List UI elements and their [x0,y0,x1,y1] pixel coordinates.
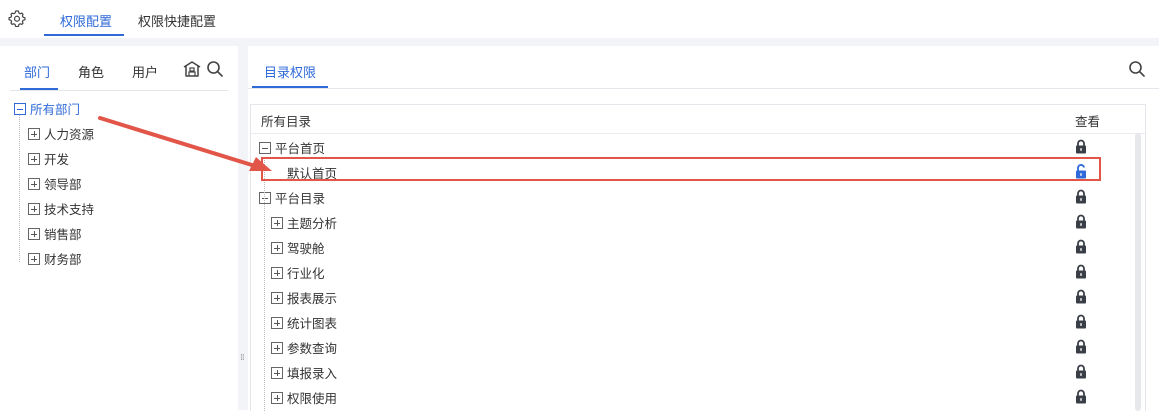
tree-item[interactable]: 销售部 [28,226,82,244]
tree-root-label: 所有部门 [30,102,81,117]
tab-department[interactable]: 部门 [24,62,50,81]
lock-icon[interactable] [1075,264,1087,283]
tab-user[interactable]: 用户 [132,62,158,81]
directory-label: 报表展示 [287,291,338,306]
table-row[interactable]: 权限使用 [251,384,1131,409]
table-row[interactable]: 驾驶舱 [251,234,1131,259]
lock-icon[interactable] [1075,389,1087,408]
expand-icon[interactable] [28,178,40,190]
expand-icon[interactable] [271,367,283,379]
lock-icon[interactable] [1075,139,1087,158]
table-row[interactable]: 平台首页 [251,134,1131,159]
lock-icon[interactable] [1075,239,1087,258]
tree-item-label: 销售部 [44,227,82,242]
building-icon[interactable] [182,60,202,78]
directory-label: 参数查询 [287,341,338,356]
tree-item-label: 领导部 [44,177,82,192]
tree-item[interactable]: 财务部 [28,251,82,269]
expand-icon[interactable] [28,153,40,165]
tree-item[interactable]: 领导部 [28,176,82,194]
tab-role[interactable]: 角色 [78,62,104,81]
gear-icon[interactable] [8,9,26,27]
tab-permission-config[interactable]: 权限配置 [60,11,112,30]
table-row[interactable]: 主题分析 [251,209,1131,234]
top-bar: 权限配置 权限快捷配置 [0,0,1159,38]
tree-item-label: 技术支持 [44,202,95,217]
right-tabs-separator [248,88,1159,89]
lock-icon[interactable] [1075,189,1087,208]
active-left-tab-indicator [20,88,58,90]
directory-label: 填报录入 [287,366,338,381]
directory-label: 主题分析 [287,216,338,231]
tab-directory-permission[interactable]: 目录权限 [264,62,316,81]
table-row[interactable]: 行业化 [251,259,1131,284]
header-gap [0,38,1159,46]
active-tab-indicator [44,34,124,36]
tree-item[interactable]: 人力资源 [28,126,94,144]
table-header: 所有目录 查看 [251,105,1145,134]
expand-icon[interactable] [271,342,283,354]
expand-icon[interactable] [271,267,283,279]
expand-icon[interactable] [271,317,283,329]
tree-item-label: 财务部 [44,252,82,267]
tree-item-label: 人力资源 [44,127,95,142]
lock-icon[interactable] [1075,364,1087,383]
resize-grip-icon[interactable]: ⁞⁞ [240,354,245,363]
tree-root-all-departments[interactable]: 所有部门 [14,101,80,119]
directory-label: 驾驶舱 [287,241,325,256]
collapse-icon[interactable] [259,192,271,204]
tree-item-label: 开发 [44,152,70,167]
table-row[interactable]: 统计图表 [251,309,1131,334]
expand-icon[interactable] [28,228,40,240]
directory-label: 权限使用 [287,391,338,406]
left-tabs-separator [10,90,228,91]
tree-item[interactable]: 开发 [28,151,69,169]
expand-icon[interactable] [271,292,283,304]
vertical-scrollbar[interactable] [1135,133,1141,411]
table-row[interactable]: 填报录入 [251,359,1131,384]
collapse-icon[interactable] [259,142,271,154]
directory-label: 平台目录 [275,191,326,206]
expand-icon[interactable] [28,253,40,265]
expand-icon[interactable] [28,128,40,140]
directory-label: 平台首页 [275,141,326,156]
permission-table: 所有目录 查看 平台首页 默认首页 平台目录 主题分析 驾驶舱 行业化 报表展示 统计图表 参数… [250,104,1146,411]
lock-icon[interactable] [1075,339,1087,358]
expand-icon[interactable] [271,242,283,254]
lock-icon[interactable] [1075,314,1087,333]
lock-icon[interactable] [1075,214,1087,233]
expand-icon[interactable] [28,203,40,215]
expand-icon[interactable] [271,392,283,404]
right-panel: 目录权限 所有目录 查看 平台首页 默认首页 平台目录 主题分析 驾驶舱 行业化 报表展示统… [248,46,1159,411]
expand-icon[interactable] [271,217,283,229]
table-row[interactable]: 参数查询 [251,334,1131,359]
search-icon[interactable] [206,60,224,78]
annotation-highlight-box [261,157,1101,181]
tree-guide-line [264,157,265,411]
tree-item[interactable]: 技术支持 [28,201,94,219]
directory-label: 统计图表 [287,316,338,331]
table-row[interactable]: 平台目录 [251,184,1131,209]
table-row[interactable]: 报表展示 [251,284,1131,309]
column-header-view: 查看 [1075,114,1101,129]
tab-quick-permission-config[interactable]: 权限快捷配置 [138,11,216,30]
lock-icon[interactable] [1075,289,1087,308]
search-icon[interactable] [1128,60,1146,78]
column-header-directory: 所有目录 [261,114,312,129]
collapse-icon[interactable] [14,103,26,115]
tree-guide-line [19,114,20,262]
directory-label: 行业化 [287,266,325,281]
left-panel: 部门 角色 用户 所有部门 人力资源 开发 领导部 技术支持 销售部 财务部 [0,46,238,410]
